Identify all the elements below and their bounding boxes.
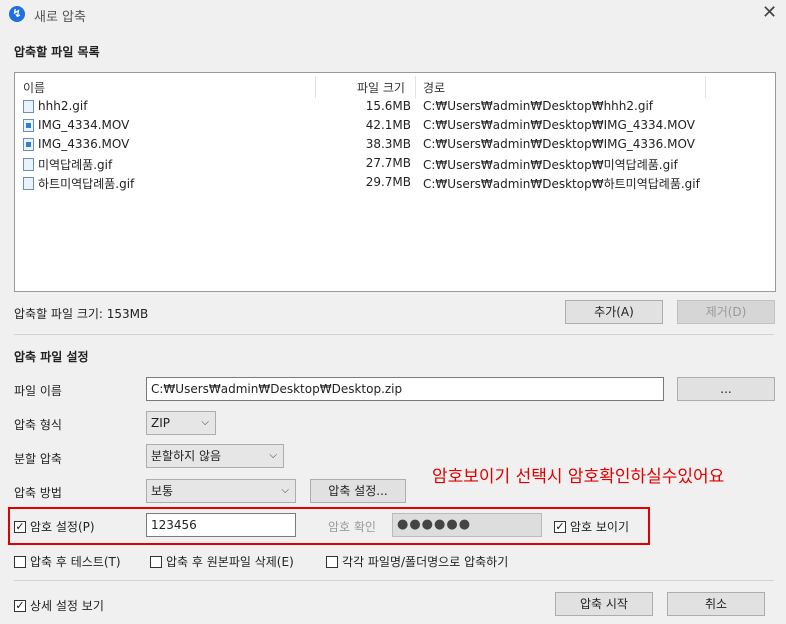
file-size: 38.3MB [365,137,411,151]
test-after-label: 압축 후 테스트(T) [30,555,121,569]
password-input[interactable]: 123456 [146,513,296,537]
remove-button[interactable]: 제거(D) [677,300,775,324]
password-confirm-input[interactable]: ●●●●●● [392,513,542,537]
show-password-checkbox[interactable]: ✓ 암호 보이기 [554,518,629,535]
column-header-size[interactable]: 파일 크기 [357,79,405,96]
video-file-icon [23,137,34,151]
file-name-label: 파일 이름 [14,384,62,398]
checkbox-checked-icon: ✓ [554,519,566,533]
detail-view-label: 상세 설정 보기 [30,599,104,613]
file-path: C:₩Users₩admin₩Desktop₩미역답례품.gif [423,158,678,172]
file-path: C:₩Users₩admin₩Desktop₩IMG_4336.MOV [423,137,695,151]
title-bar: ↯ 새로 압축 ✕ [0,0,786,30]
file-path: C:₩Users₩admin₩Desktop₩IMG_4334.MOV [423,118,695,132]
split-value: 분할하지 않음 [151,449,222,463]
file-name: 미역답례품.gif [38,158,113,172]
password-confirm-label: 암호 확인 [328,520,376,534]
show-password-label: 암호 보이기 [570,520,630,534]
start-compress-button[interactable]: 압축 시작 [555,592,653,616]
password-checkbox-label: 암호 설정(P) [30,520,95,534]
split-select[interactable]: 분할하지 않음 ⌵ [146,444,284,468]
checkbox-unchecked-icon [326,555,338,568]
method-label: 압축 방법 [14,486,62,500]
checkbox-checked-icon: ✓ [14,519,26,533]
format-value: ZIP [151,416,170,430]
password-checkbox[interactable]: ✓ 암호 설정(P) [14,518,95,535]
file-name-cell: 미역답례품.gif [23,156,112,173]
settings-heading: 압축 파일 설정 [14,350,89,364]
column-divider [415,76,416,98]
file-name-cell: IMG_4336.MOV [23,137,129,151]
column-divider [705,76,706,98]
file-row[interactable]: IMG_4336.MOV 38.3MB C:₩Users₩admin₩Deskt… [15,137,775,156]
add-button[interactable]: 추가(A) [565,300,663,324]
video-file-icon [23,118,34,132]
divider [14,580,774,581]
app-logo-icon: ↯ [9,6,25,22]
file-row[interactable]: IMG_4334.MOV 42.1MB C:₩Users₩admin₩Deskt… [15,118,775,137]
file-size: 27.7MB [365,156,411,170]
close-icon[interactable]: ✕ [762,2,777,23]
file-name-cell: hhh2.gif [23,99,87,113]
chevron-down-icon: ⌵ [269,450,277,461]
total-size-text: 압축할 파일 크기: 153MB [14,307,149,321]
annotation-text: 암호보이기 선택시 암호확인하실수있어요 [432,467,725,487]
browse-button[interactable]: ... [677,377,775,401]
format-label: 압축 형식 [14,418,62,432]
gif-file-icon [23,99,34,113]
file-path: C:₩Users₩admin₩Desktop₩하트미역답례품.gif [423,177,700,191]
delete-original-checkbox[interactable]: 압축 후 원본파일 삭제(E) [150,553,294,570]
divider [14,334,774,335]
file-row[interactable]: 하트미역답례품.gif 29.7MB C:₩Users₩admin₩Deskto… [15,175,775,194]
file-name: hhh2.gif [38,99,88,113]
file-name: 하트미역답례품.gif [38,177,135,191]
file-size: 15.6MB [365,99,411,113]
checkbox-checked-icon: ✓ [14,598,26,612]
column-divider [315,76,316,98]
method-settings-button[interactable]: 압축 설정... [310,479,406,503]
column-header-name[interactable]: 이름 [23,79,45,96]
file-size: 42.1MB [365,118,411,132]
file-list-heading: 압축할 파일 목록 [14,45,100,59]
file-name-cell: IMG_4334.MOV [23,118,129,132]
gif-file-icon [23,158,34,171]
file-row[interactable]: 미역답례품.gif 27.7MB C:₩Users₩admin₩Desktop₩… [15,156,775,175]
checkbox-unchecked-icon [150,555,162,568]
each-folder-checkbox[interactable]: 각각 파일명/폴더명으로 압축하기 [326,553,508,570]
gif-file-icon [23,177,34,190]
file-name-cell: 하트미역답례품.gif [23,175,134,192]
file-row[interactable]: hhh2.gif 15.6MB C:₩Users₩admin₩Desktop₩h… [15,99,775,118]
method-value: 보통 [151,484,174,498]
format-select[interactable]: ZIP ⌵ [146,411,216,435]
detail-view-checkbox[interactable]: ✓ 상세 설정 보기 [14,597,104,614]
file-name-input[interactable]: C:₩Users₩admin₩Desktop₩Desktop.zip [146,377,664,401]
method-select[interactable]: 보통 ⌵ [146,479,296,503]
file-size: 29.7MB [365,175,411,189]
file-name: IMG_4336.MOV [38,137,130,151]
chevron-down-icon: ⌵ [281,485,289,496]
each-folder-label: 각각 파일명/폴더명으로 압축하기 [342,555,509,569]
column-header-path[interactable]: 경로 [423,79,445,96]
cancel-button[interactable]: 취소 [667,592,765,616]
file-name: IMG_4334.MOV [38,118,130,132]
checkbox-unchecked-icon [14,555,26,568]
delete-original-label: 압축 후 원본파일 삭제(E) [166,555,294,569]
window-title: 새로 압축 [34,10,86,25]
file-list[interactable]: 이름 파일 크기 경로 hhh2.gif 15.6MB C:₩Users₩adm… [14,72,776,292]
test-after-checkbox[interactable]: 압축 후 테스트(T) [14,553,121,570]
chevron-down-icon: ⌵ [201,417,209,428]
split-label: 분할 압축 [14,452,62,466]
file-path: C:₩Users₩admin₩Desktop₩hhh2.gif [423,99,654,113]
